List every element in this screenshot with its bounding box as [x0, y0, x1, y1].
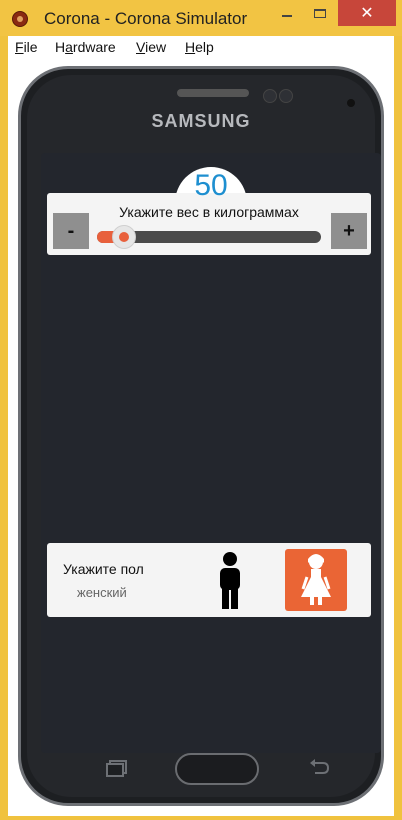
maximize-button[interactable] — [304, 0, 336, 26]
phone-frame: SAMSUNG Укажите вес в килограммах - + 50 — [18, 66, 384, 806]
phone-body: SAMSUNG Укажите вес в килограммах - + 50 — [27, 75, 381, 797]
phone-nav-bar — [27, 741, 375, 797]
gender-value: женский — [77, 585, 127, 600]
minimize-icon — [282, 15, 292, 17]
window-title: Corona - Corona Simulator — [44, 9, 248, 28]
weight-label: Укажите вес в килограммах — [119, 204, 299, 220]
menu-bar: File Hardware View Help — [8, 36, 394, 59]
front-camera — [263, 89, 277, 103]
menu-help[interactable]: Help — [185, 39, 214, 55]
app-screen: Укажите вес в килограммах - + 50 Укажите… — [41, 153, 381, 753]
menu-hardware[interactable]: Hardware — [55, 39, 116, 55]
female-figure-button[interactable] — [285, 549, 347, 611]
close-icon: ✕ — [360, 5, 374, 22]
recents-icon[interactable] — [105, 759, 129, 782]
weight-value: 50 — [194, 169, 228, 202]
weight-slider[interactable] — [97, 225, 321, 249]
female-figure-icon — [301, 554, 331, 605]
simulator-window: Corona - Corona Simulator ✕ File Hardwar… — [0, 0, 402, 820]
light-sensor — [347, 99, 355, 107]
simulator-client-area: SAMSUNG Укажите вес в килограммах - + 50 — [8, 58, 394, 816]
home-button[interactable] — [175, 753, 259, 785]
corona-logo-icon[interactable] — [12, 11, 28, 27]
device-brand: SAMSUNG — [151, 111, 251, 131]
menu-view[interactable]: View — [136, 39, 166, 55]
proximity-sensor — [279, 89, 293, 103]
title-bar: Corona - Corona Simulator ✕ — [0, 0, 402, 36]
gender-panel: Укажите пол женский — [47, 543, 371, 617]
decrease-weight-button[interactable]: - — [53, 213, 89, 249]
close-button[interactable]: ✕ — [338, 0, 396, 26]
maximize-icon — [314, 8, 326, 18]
minimize-button[interactable] — [270, 0, 304, 26]
male-figure-icon[interactable] — [215, 551, 245, 609]
weight-slider-thumb[interactable] — [111, 225, 136, 249]
increase-weight-button[interactable]: + — [331, 213, 367, 249]
gender-label: Укажите пол — [63, 561, 144, 577]
back-arrow-icon[interactable] — [307, 757, 331, 782]
earpiece-speaker — [177, 89, 249, 97]
menu-file[interactable]: File — [15, 39, 38, 55]
